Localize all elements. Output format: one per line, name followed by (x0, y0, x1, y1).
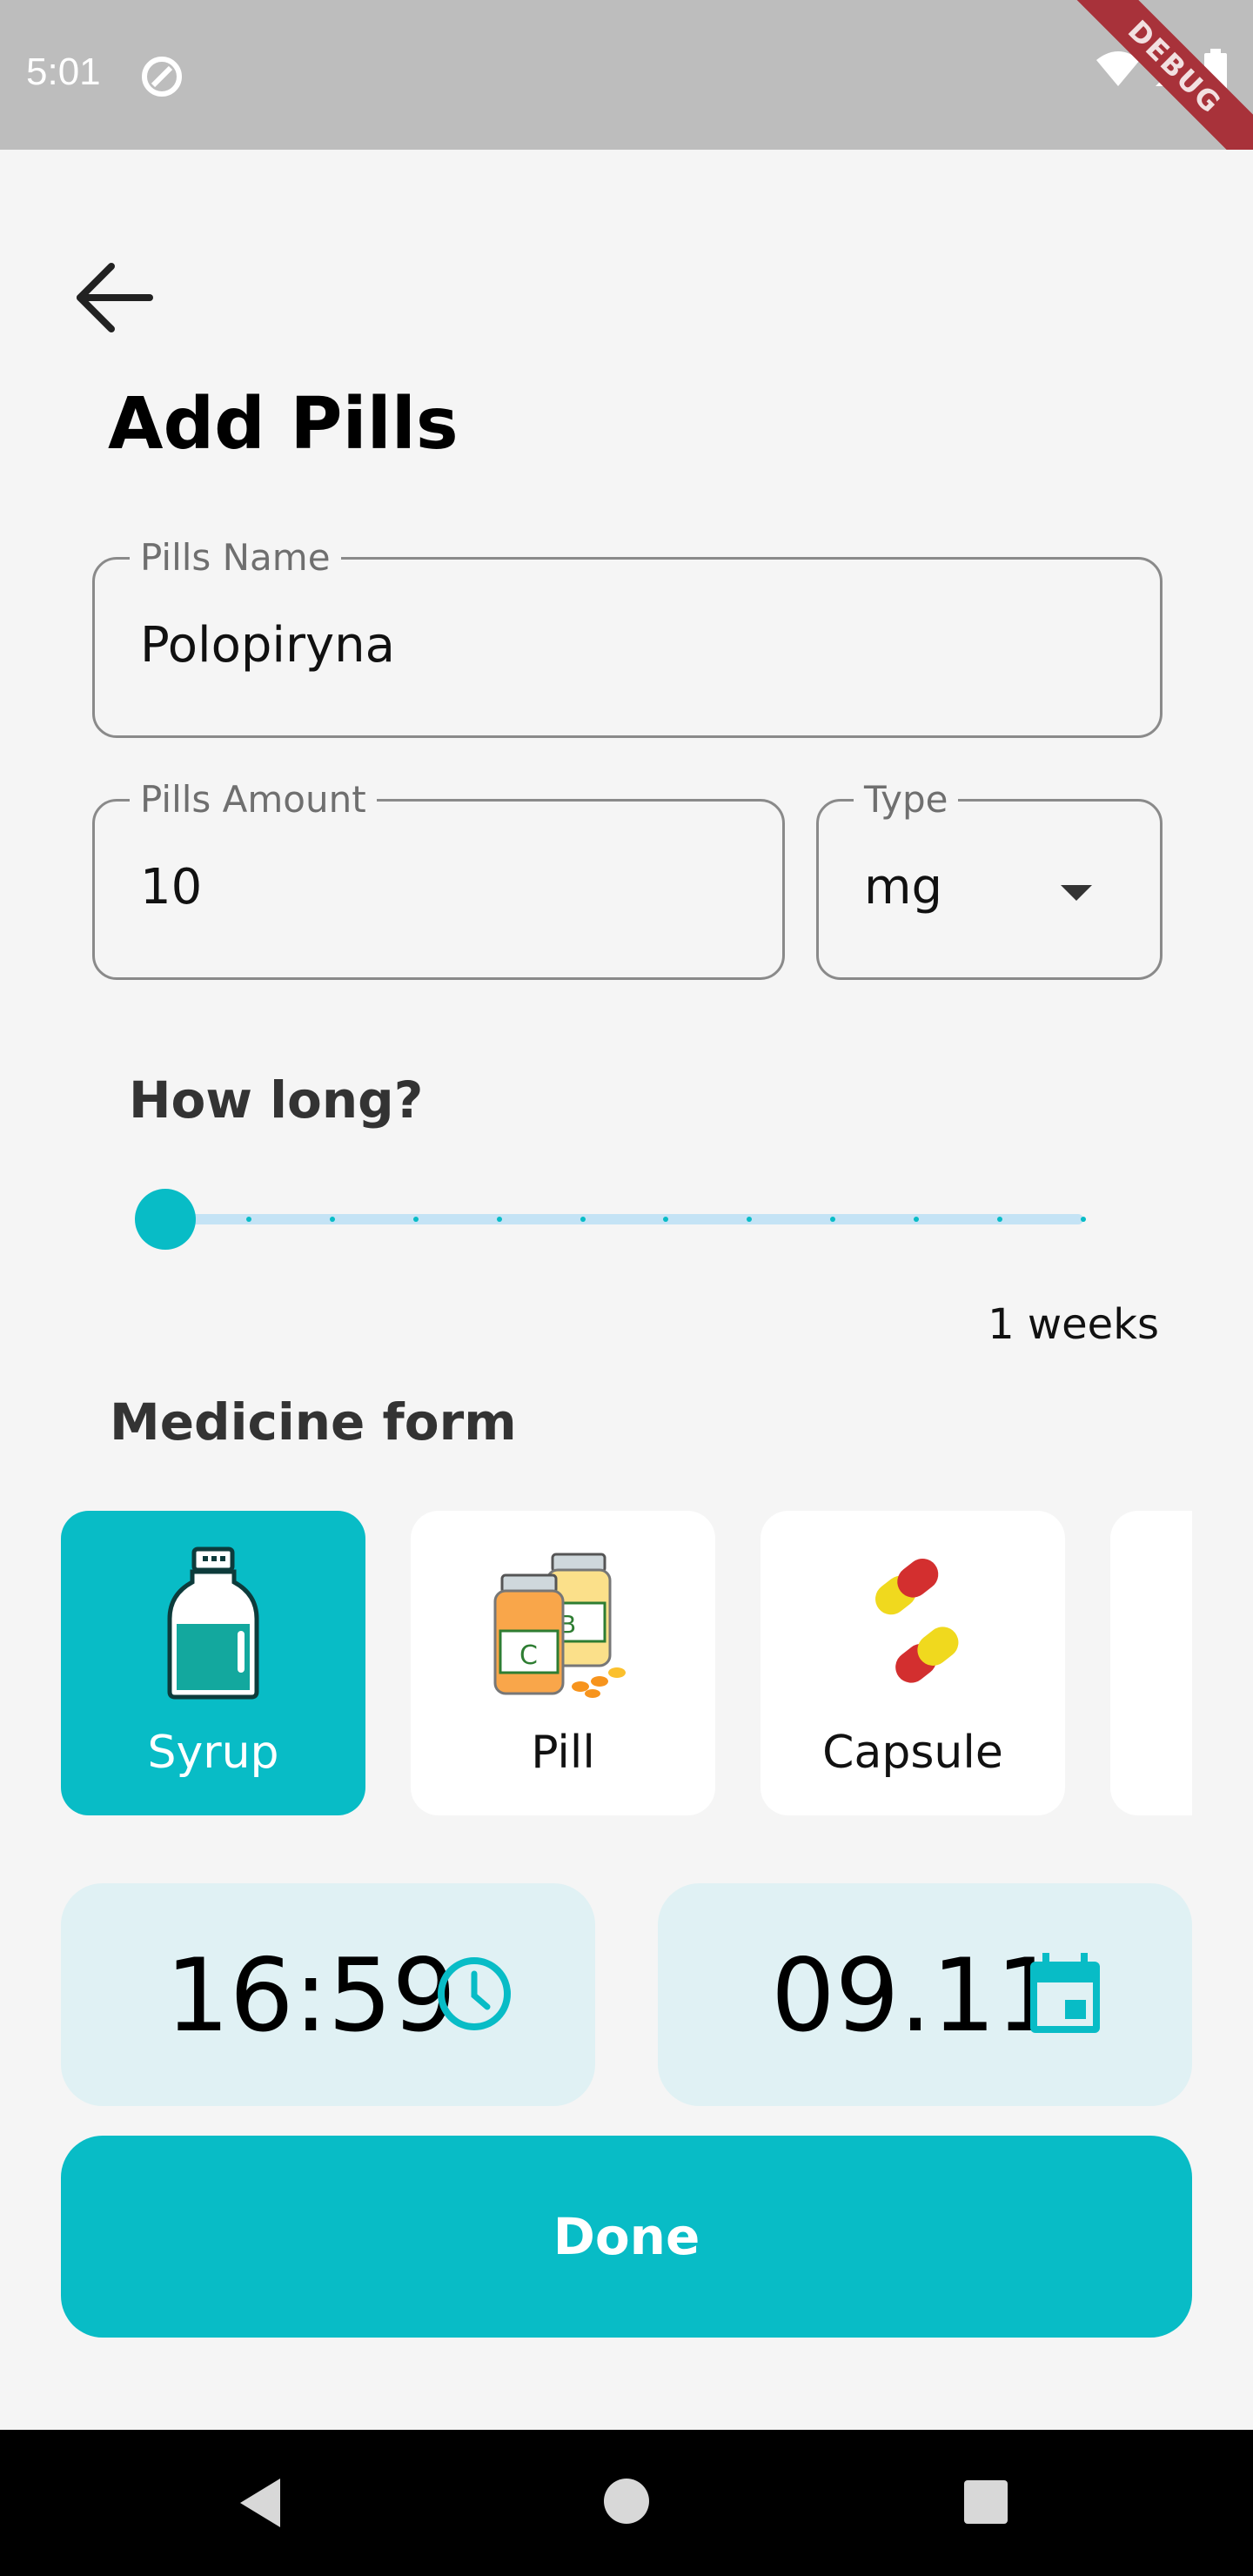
medicine-form-list: Syrup B C Pill Capsule (61, 1511, 1192, 1815)
form-label-capsule: Capsule (822, 1727, 1003, 1779)
slider-track (165, 1214, 1083, 1224)
type-dropdown[interactable]: Type mg (816, 777, 1163, 980)
pills-amount-value: 10 (140, 859, 203, 916)
svg-text:C: C (519, 1640, 538, 1671)
form-label-syrup: Syrup (147, 1727, 279, 1779)
time-picker-card[interactable]: 16:59 (61, 1883, 595, 2106)
form-card-more[interactable] (1110, 1511, 1192, 1815)
time-value: 16:59 (165, 1937, 457, 2055)
syrup-bottle-icon (167, 1546, 259, 1700)
duration-value: 1 weeks (988, 1300, 1159, 1349)
calendar-icon (1030, 1953, 1100, 2033)
pills-name-field[interactable]: Pills Name Polopiryna (92, 535, 1163, 738)
pills-amount-field[interactable]: Pills Amount 10 (92, 777, 785, 980)
dropdown-arrow-icon (1061, 885, 1092, 901)
vitamin-jars-icon: B C (493, 1553, 626, 1698)
nav-home-icon[interactable] (604, 2479, 649, 2524)
nav-recents-icon[interactable] (964, 2480, 1008, 2524)
pills-name-label: Pills Name (130, 535, 341, 580)
date-picker-card[interactable]: 09.11 (658, 1883, 1192, 2106)
pills-amount-label: Pills Amount (130, 777, 377, 822)
slider-tick (1081, 1217, 1086, 1222)
date-value: 09.11 (771, 1937, 1061, 2055)
form-card-syrup[interactable]: Syrup (61, 1511, 365, 1815)
form-card-capsule[interactable]: Capsule (761, 1511, 1065, 1815)
slider-tick (412, 1217, 419, 1222)
type-value: mg (864, 859, 943, 916)
capsule-icon (875, 1558, 959, 1683)
slider-tick (245, 1217, 251, 1222)
clock-icon (438, 1957, 511, 2030)
form-card-pill[interactable]: B C Pill (411, 1511, 715, 1815)
status-time: 5:01 (26, 50, 101, 93)
slider-tick (580, 1217, 586, 1222)
navigation-bar (0, 2430, 1253, 2576)
status-bar: 5:01 DEBUG (0, 0, 1253, 150)
pills-name-value: Polopiryna (140, 617, 395, 674)
duration-heading: How long? (129, 1070, 424, 1130)
type-label: Type (854, 777, 959, 822)
form-label-pill: Pill (531, 1727, 595, 1779)
slider-thumb[interactable] (135, 1189, 196, 1250)
arrow-back-icon (77, 263, 153, 332)
slider-tick (496, 1217, 502, 1222)
page-title: Add Pills (108, 383, 459, 466)
slider-tick (329, 1217, 335, 1222)
done-button[interactable]: Done (61, 2136, 1192, 2338)
nav-back-icon[interactable] (237, 2477, 285, 2529)
medicine-form-heading: Medicine form (110, 1392, 517, 1452)
app-notification-icon (139, 54, 184, 103)
back-button[interactable] (73, 256, 160, 343)
duration-slider[interactable] (131, 1189, 1096, 1250)
